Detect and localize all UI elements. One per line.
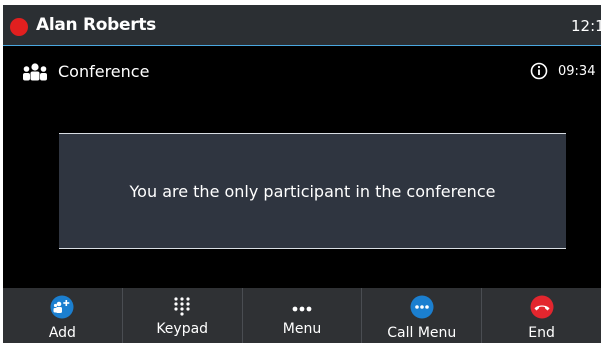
clock: 12:1 xyxy=(571,17,601,35)
menu-label: Menu xyxy=(282,321,322,337)
user-name: Alan Roberts xyxy=(36,15,156,35)
menu-button[interactable]: Menu xyxy=(243,288,363,343)
call-timer: 09:34 xyxy=(558,64,596,79)
phone-screen: Alan Roberts 12:1 Conference 09:34 You a… xyxy=(3,5,601,343)
call-menu-label: Call Menu xyxy=(387,325,457,341)
status-bar: Alan Roberts 12:1 xyxy=(3,5,601,46)
keypad-button[interactable]: Keypad xyxy=(123,288,243,343)
end-label: End xyxy=(528,325,555,341)
conference-title: Conference xyxy=(58,62,150,81)
conference-message-panel: You are the only participant in the conf… xyxy=(59,133,566,249)
softkey-bar: Add Keypad Menu Call Menu End xyxy=(3,288,601,343)
end-call-icon xyxy=(530,295,554,319)
conference-people-icon xyxy=(23,63,47,81)
presence-indicator-icon xyxy=(10,18,28,36)
keypad-label: Keypad xyxy=(156,321,209,337)
call-menu-button[interactable]: Call Menu xyxy=(362,288,483,343)
add-participant-icon xyxy=(50,295,74,319)
add-label: Add xyxy=(48,325,76,341)
info-icon[interactable] xyxy=(530,62,548,80)
conference-header: Conference 09:34 xyxy=(3,60,601,84)
end-call-button[interactable]: End xyxy=(482,288,601,343)
more-dots-icon xyxy=(292,306,312,312)
keypad-icon xyxy=(174,297,190,316)
conference-message: You are the only participant in the conf… xyxy=(129,181,496,201)
add-button[interactable]: Add xyxy=(3,288,123,343)
call-menu-icon xyxy=(410,295,434,319)
